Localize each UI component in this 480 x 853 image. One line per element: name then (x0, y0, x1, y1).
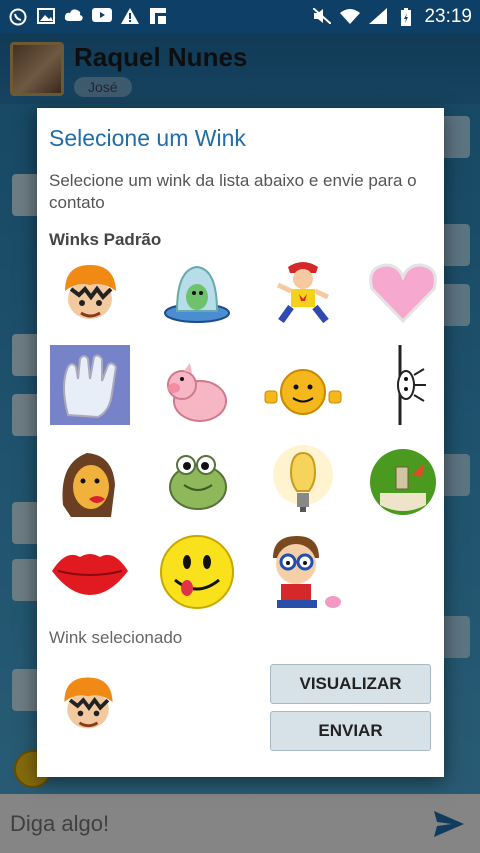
status-bar: 23:19 (0, 0, 480, 34)
system-icons: 23:19 (312, 6, 472, 28)
boy-orange-cap-wink[interactable] (49, 251, 131, 333)
green-circle-character-wink[interactable] (362, 441, 444, 523)
pig-wink[interactable] (156, 351, 238, 433)
wifi-icon (340, 8, 361, 26)
alien-ufo-wink[interactable] (156, 251, 238, 333)
mute-icon (312, 7, 333, 26)
notification-icons (8, 8, 168, 26)
dialog-title: Selecione um Wink (49, 125, 246, 151)
pink-heart-wink[interactable] (362, 251, 444, 333)
dancing-boy-wink[interactable] (262, 251, 344, 333)
peeking-character-wink[interactable] (362, 344, 444, 426)
smiley-hands-wink[interactable] (262, 351, 344, 433)
selected-wink-label: Wink selecionado (49, 628, 183, 647)
hand-print-wink[interactable] (49, 344, 131, 426)
selected-wink-preview (53, 668, 123, 738)
gallery-icon (36, 8, 56, 26)
preview-button[interactable]: VISUALIZAR (270, 664, 431, 704)
clock: 23:19 (424, 6, 472, 27)
send-button[interactable]: ENVIAR (270, 711, 431, 751)
wink-dialog: Selecione um Wink Selecione um wink da l… (37, 108, 444, 777)
girl-kiss-wink[interactable] (49, 441, 131, 523)
youtube-icon (92, 8, 112, 26)
whatsapp-icon (8, 8, 28, 26)
frog-wink[interactable] (156, 441, 238, 523)
section-title: Winks Padrão (49, 230, 162, 249)
sad-boy-icecream-wink[interactable] (262, 531, 344, 613)
flipboard-icon (148, 8, 168, 26)
cloud-icon (64, 8, 84, 26)
dialog-description: Selecione um wink da lista abaixo e envi… (49, 171, 417, 212)
red-lips-wink[interactable] (49, 531, 131, 613)
signal-icon (368, 8, 388, 26)
battery-icon (396, 8, 416, 26)
tongue-smiley-wink[interactable] (156, 531, 238, 613)
light-bulb-wink[interactable] (262, 441, 344, 523)
warning-icon (120, 8, 140, 26)
